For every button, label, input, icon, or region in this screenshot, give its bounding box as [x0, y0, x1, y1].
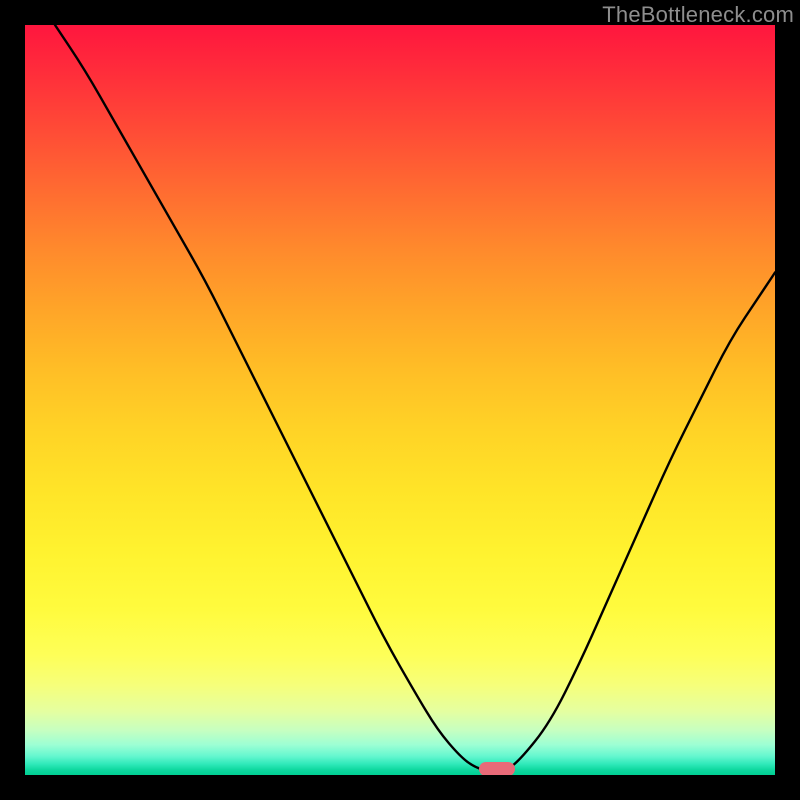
- curve-path: [55, 25, 775, 771]
- optimal-point-marker: [479, 762, 515, 775]
- bottleneck-curve: [25, 25, 775, 775]
- chart-frame: TheBottleneck.com: [0, 0, 800, 800]
- plot-area: [25, 25, 775, 775]
